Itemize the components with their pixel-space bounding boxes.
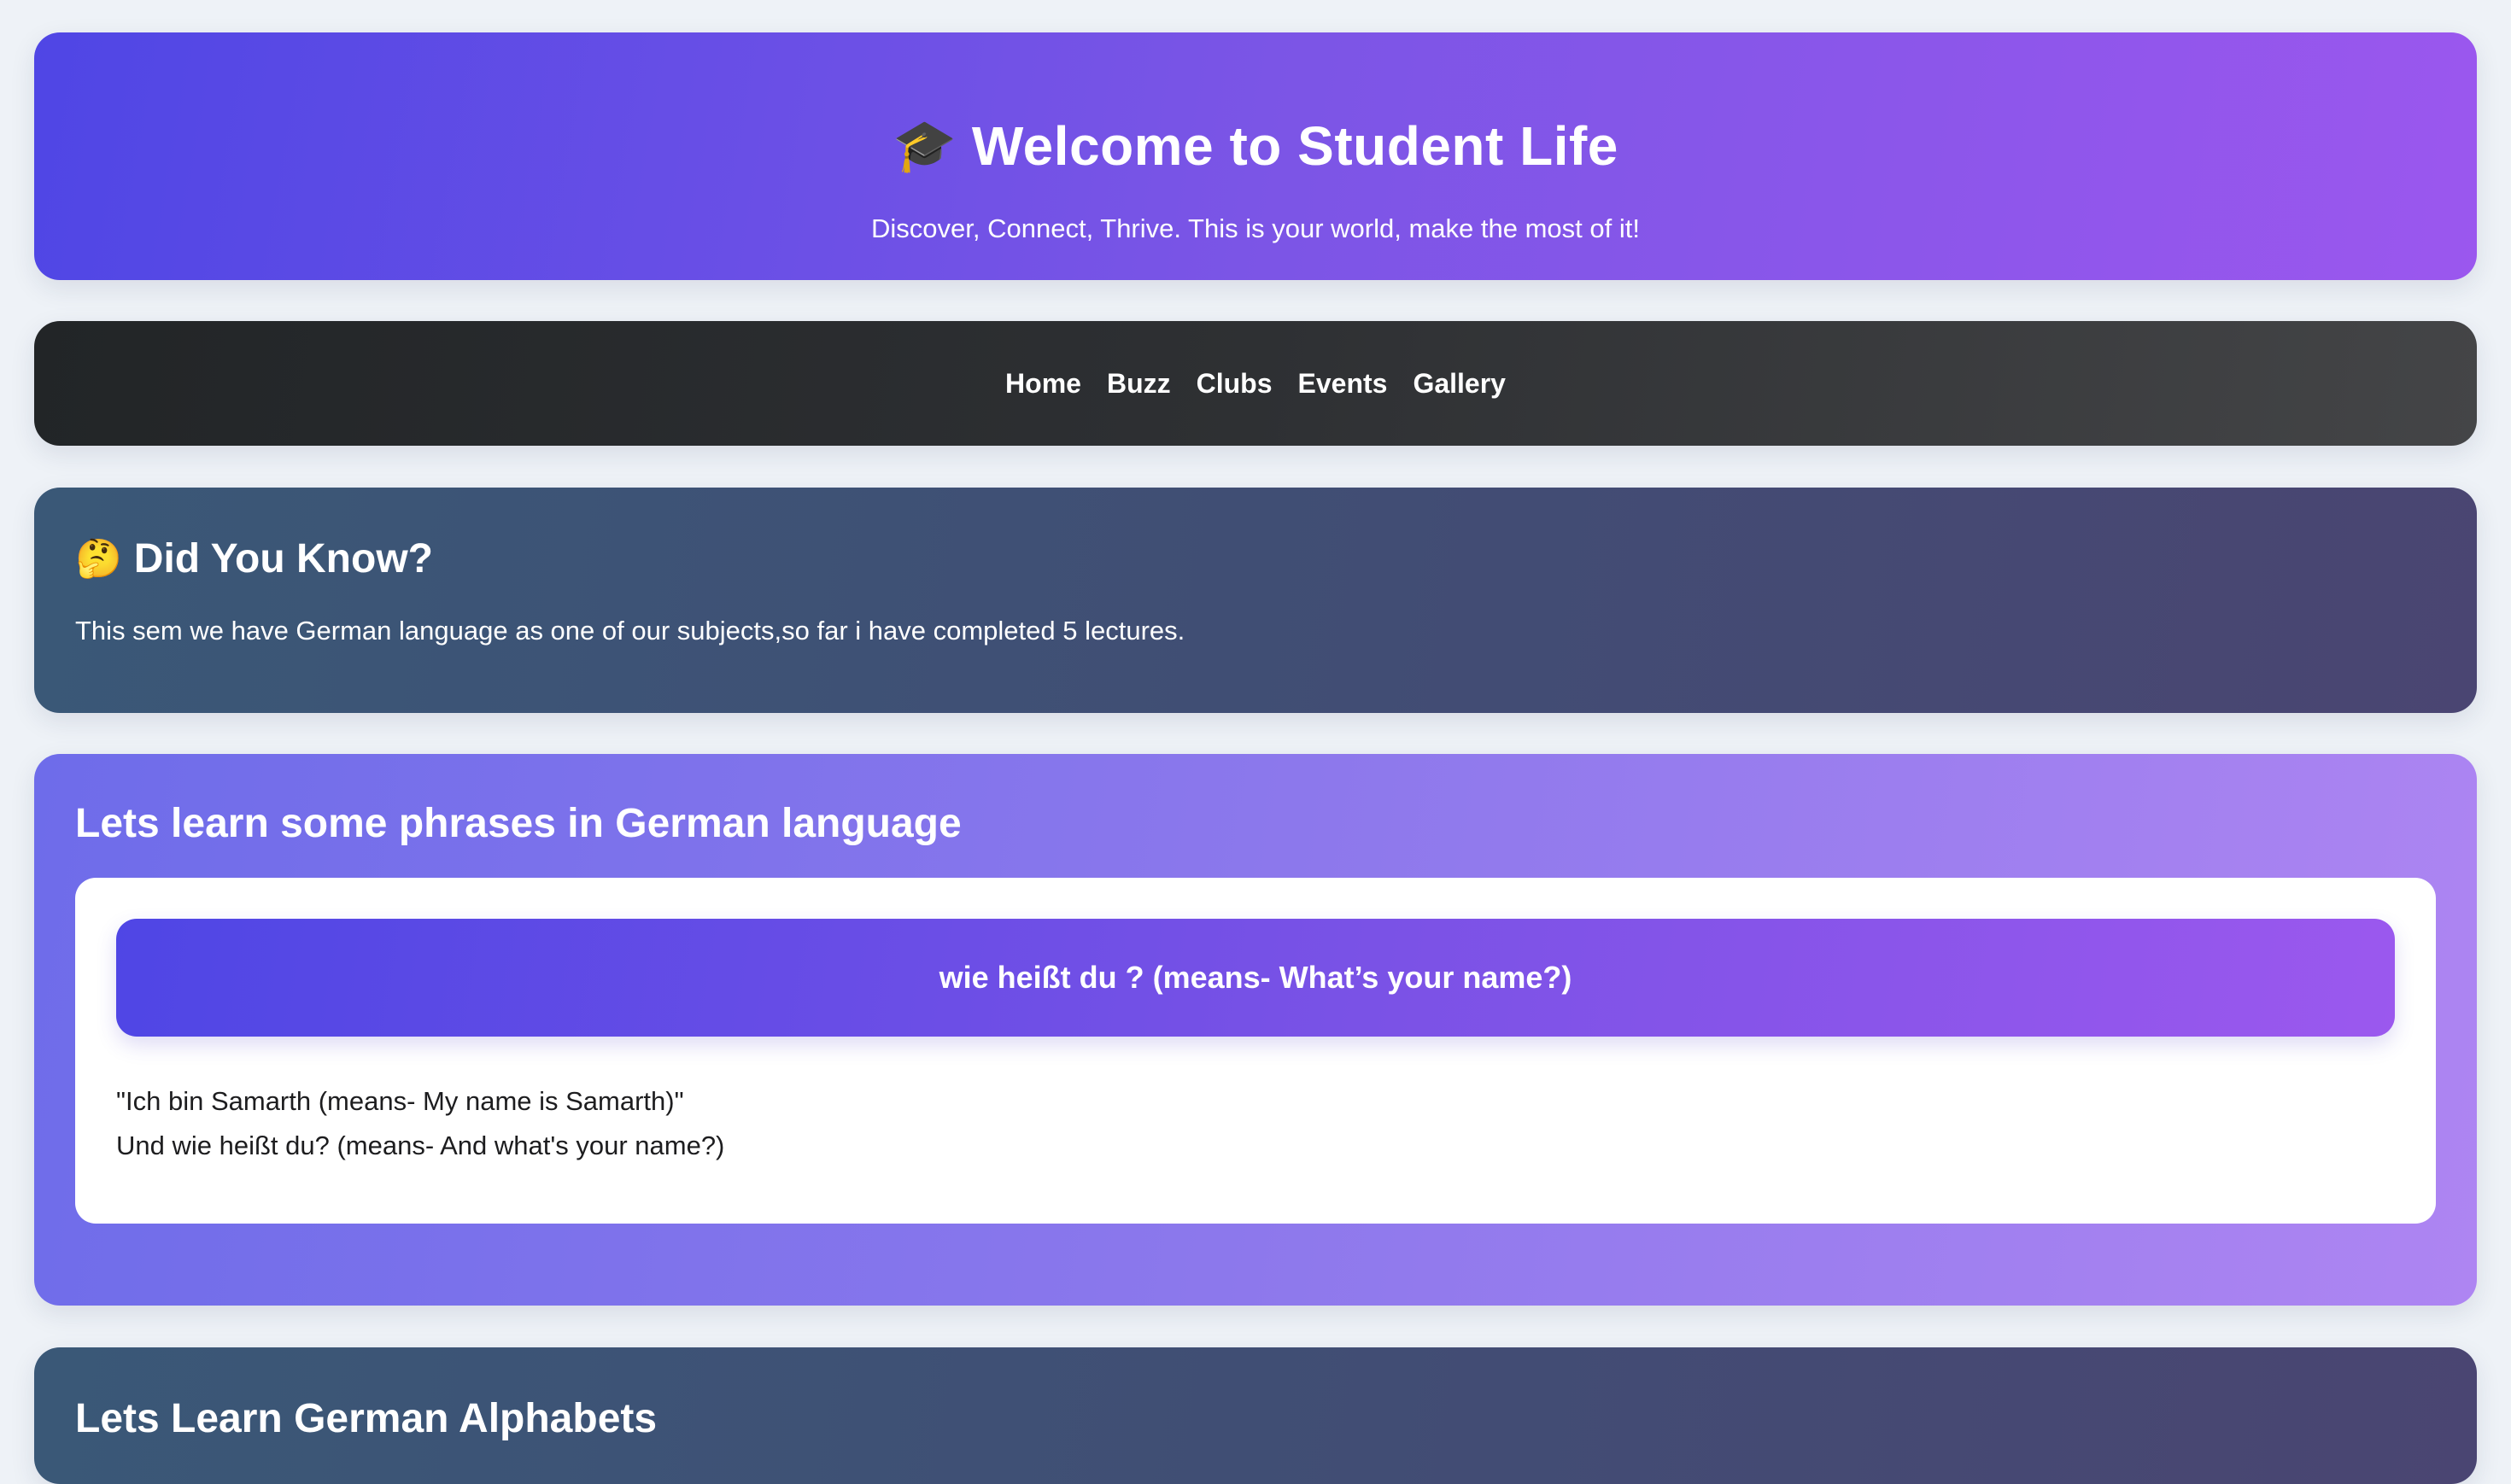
nav-item-buzz[interactable]: Buzz xyxy=(1107,368,1171,400)
alphabets-heading: Lets Learn German Alphabets xyxy=(75,1396,658,1441)
nav-item-events[interactable]: Events xyxy=(1298,368,1388,400)
phrase-box: wie heißt du ? (means- What’s your name?… xyxy=(75,878,2436,1224)
phrases-heading: Lets learn some phrases in German langua… xyxy=(75,801,962,846)
did-you-know-text: This sem we have German language as one … xyxy=(75,616,1185,646)
main-nav: Home Buzz Clubs Events Gallery xyxy=(34,321,2477,446)
phrase-answer-line: "Ich bin Samarth (means- My name is Sama… xyxy=(116,1086,684,1116)
phrases-card: Lets learn some phrases in German langua… xyxy=(34,754,2477,1306)
nav-item-home[interactable]: Home xyxy=(1005,368,1081,400)
did-you-know-heading: Did You Know? xyxy=(133,536,433,581)
phrase-question-banner: wie heißt du ? (means- What’s your name?… xyxy=(116,919,2395,1037)
did-you-know-heading-row: 🤔 Did You Know? xyxy=(75,535,433,582)
alphabets-card: Lets Learn German Alphabets xyxy=(34,1347,2477,1484)
site-header: 🎓 Welcome to Student Life Discover, Conn… xyxy=(34,32,2477,280)
graduation-cap-icon: 🎓 xyxy=(893,117,957,174)
thinking-face-icon: 🤔 xyxy=(75,537,122,580)
header-subtitle: Discover, Connect, Thrive. This is your … xyxy=(871,213,1640,243)
phrase-answer-line: Und wie heißt du? (means- And what's you… xyxy=(116,1131,725,1160)
page-title: Welcome to Student Life xyxy=(971,115,1618,177)
phrase-answer-lines: "Ich bin Samarth (means- My name is Sama… xyxy=(116,1079,724,1168)
nav-item-clubs[interactable]: Clubs xyxy=(1197,368,1273,400)
did-you-know-card: 🤔 Did You Know? This sem we have German … xyxy=(34,488,2477,713)
nav-item-gallery[interactable]: Gallery xyxy=(1413,368,1506,400)
header-title-row: 🎓 Welcome to Student Life xyxy=(34,114,2477,178)
